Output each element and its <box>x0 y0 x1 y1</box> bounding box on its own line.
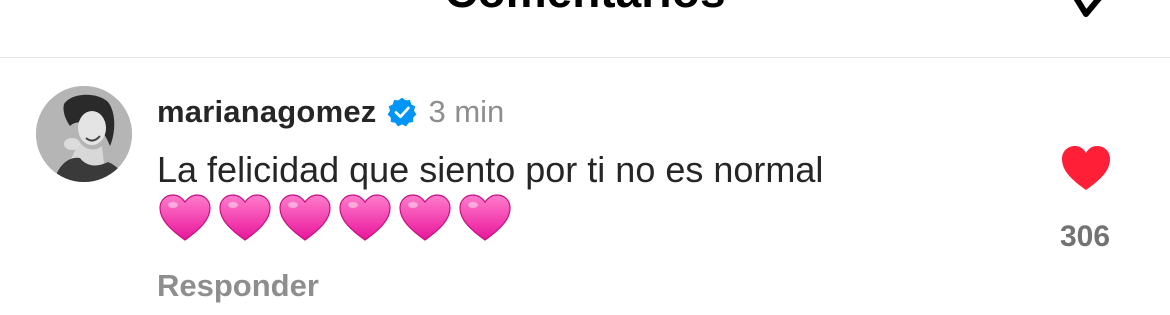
comment-header-row: marianagomez 3 min <box>157 92 504 132</box>
heart-filled-icon[interactable] <box>1060 144 1112 192</box>
pink-heart-emoji-icon <box>399 194 451 241</box>
comment-emoji-row <box>157 192 517 242</box>
page-title: Comentarios <box>0 0 1170 16</box>
comments-header: Comentarios <box>0 0 1170 58</box>
avatar[interactable] <box>36 86 132 182</box>
like-count: 306 <box>1059 220 1111 253</box>
pink-heart-emoji-icon <box>279 194 331 241</box>
comment-item: marianagomez 3 min La felicidad que sien… <box>0 58 1170 315</box>
pink-heart-emoji-icon <box>219 194 271 241</box>
comment-username[interactable]: marianagomez <box>157 94 376 130</box>
comment-text: La felicidad que siento por ti no es nor… <box>157 149 824 190</box>
chevron-down-icon[interactable] <box>1062 0 1122 24</box>
pink-heart-emoji-icon <box>159 194 211 241</box>
pink-heart-emoji-icon <box>339 194 391 241</box>
comment-timestamp: 3 min <box>428 94 505 129</box>
pink-heart-emoji-icon <box>459 194 511 241</box>
verified-badge-icon <box>388 97 417 127</box>
comments-screen: Comentarios marianagom <box>0 0 1170 315</box>
reply-button[interactable]: Responder <box>157 268 319 304</box>
